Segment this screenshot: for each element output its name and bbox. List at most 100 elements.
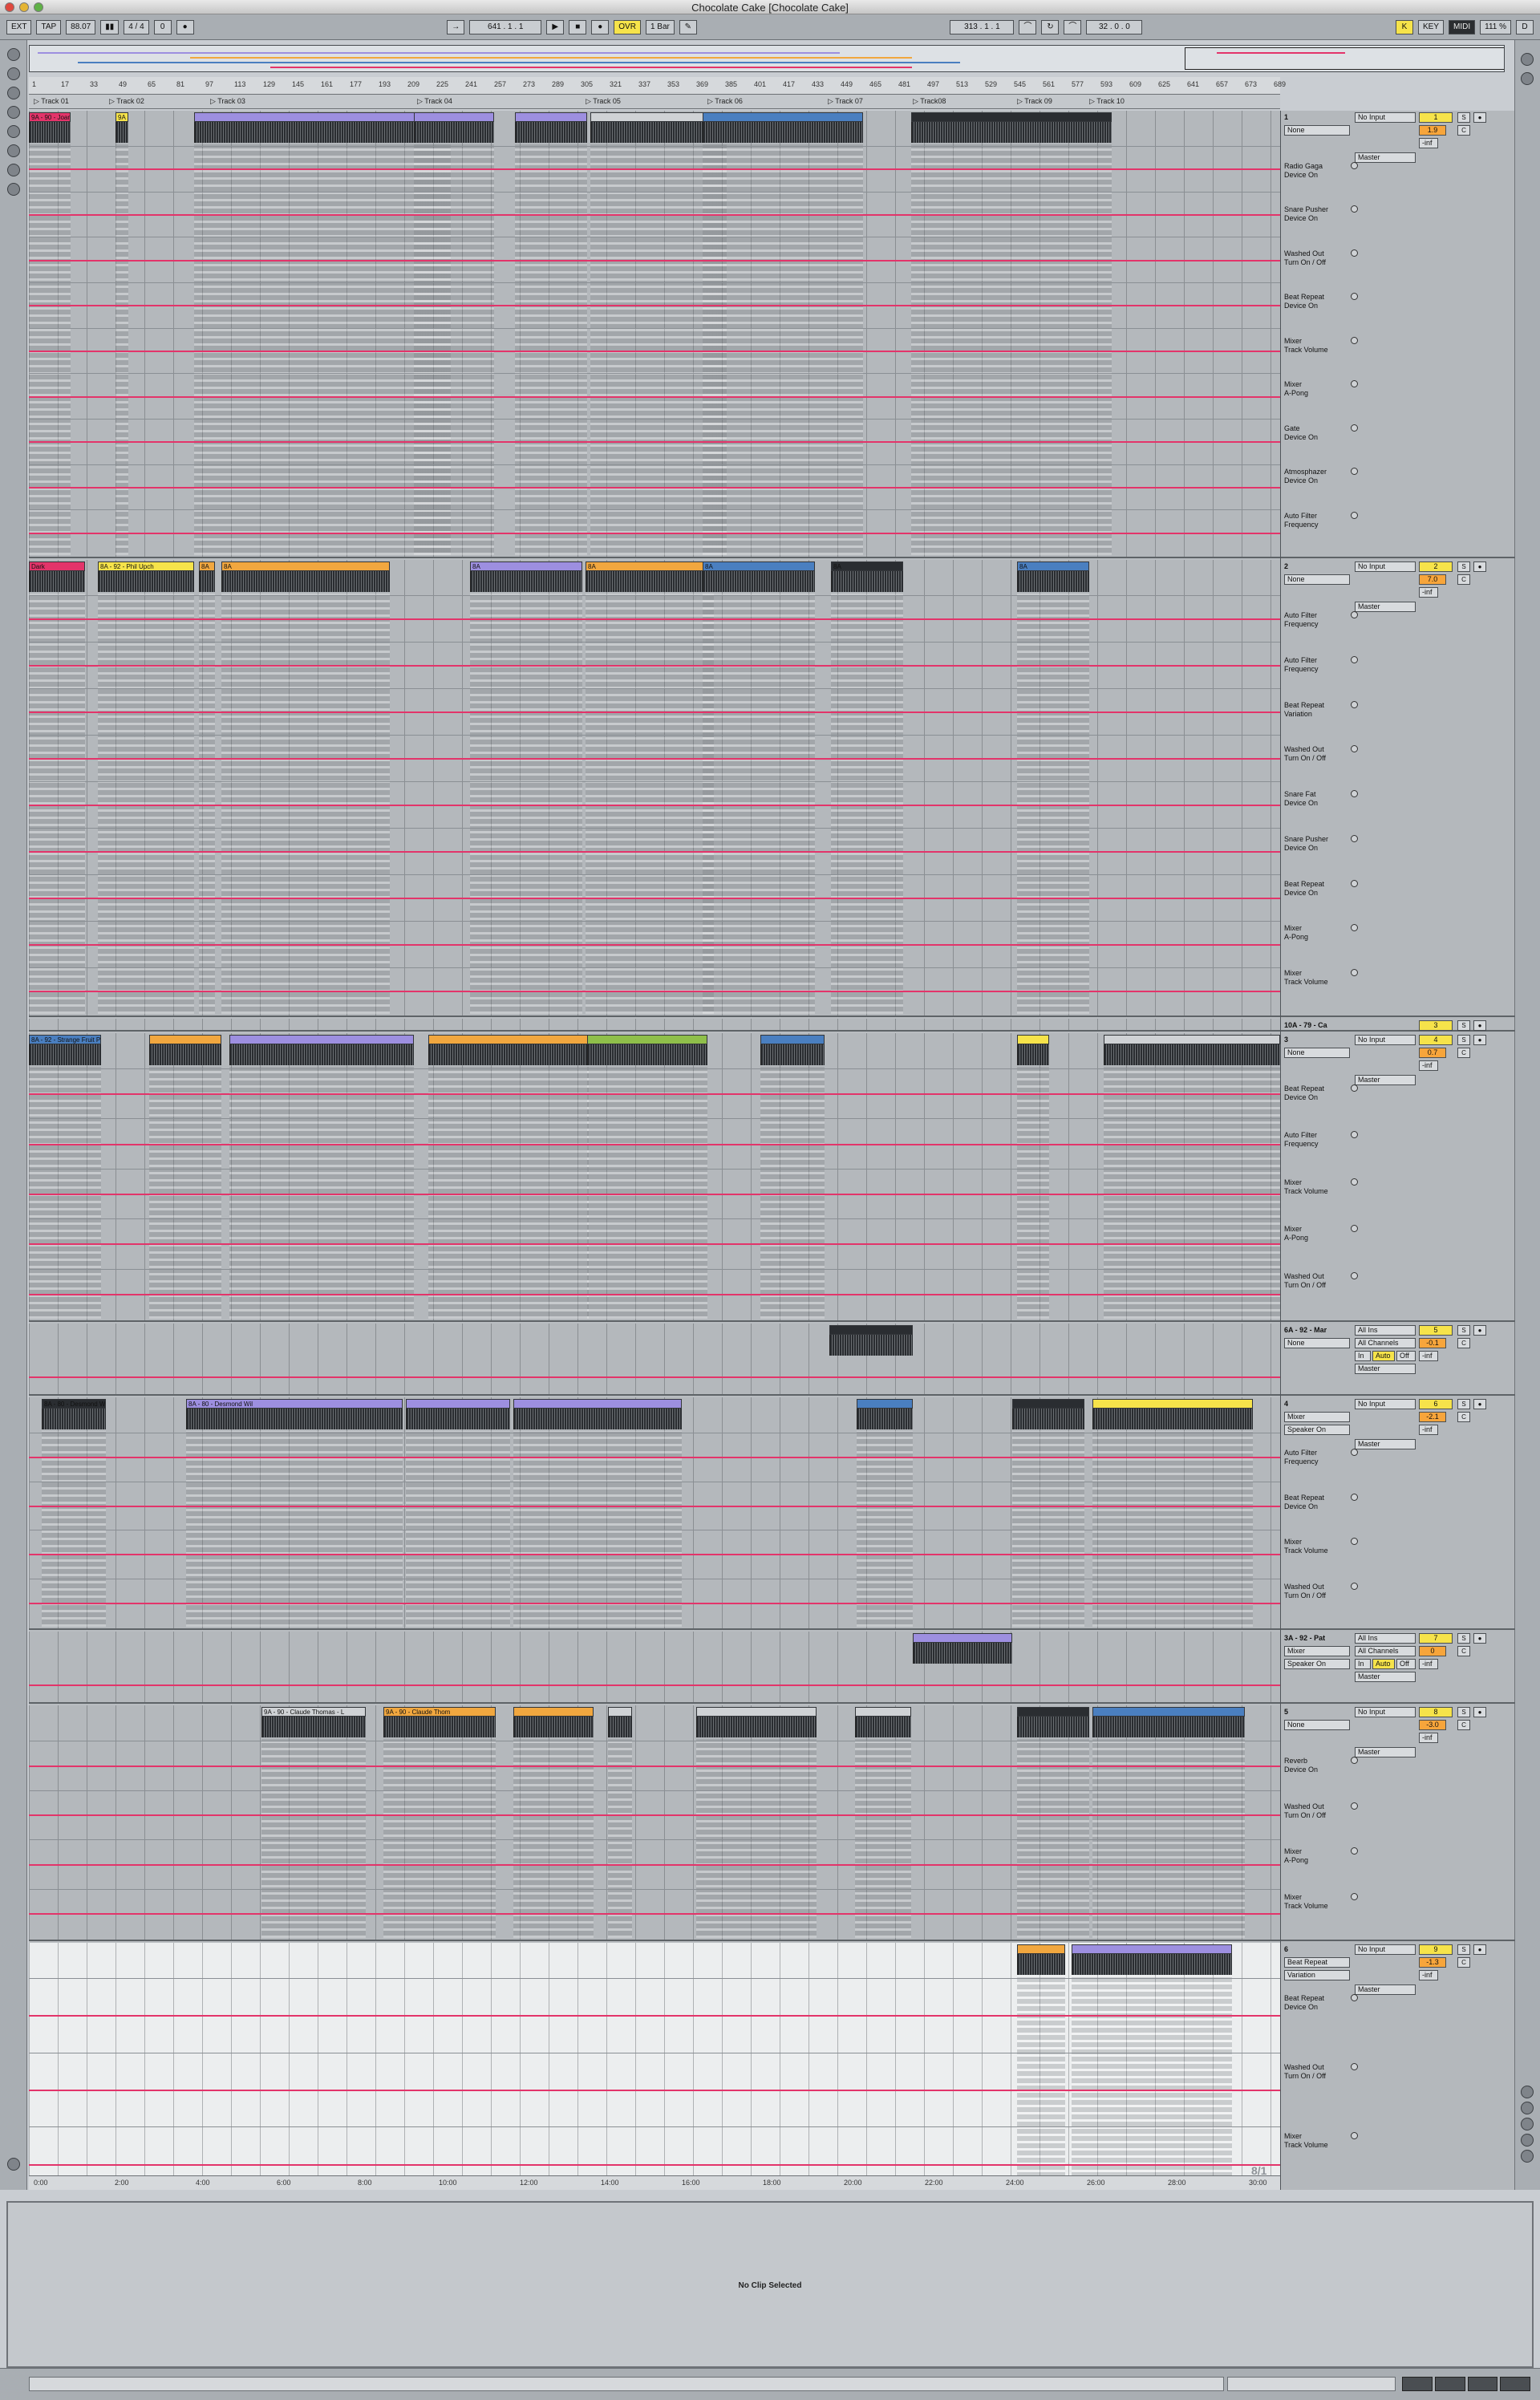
automation-device-name[interactable]: Mixer bbox=[1284, 1178, 1350, 1187]
automation-parameter[interactable]: Mixer Track Volume bbox=[1284, 336, 1358, 355]
automation-device-name[interactable]: Washed Out bbox=[1284, 1272, 1350, 1281]
automation-parameter[interactable]: Washed Out Turn On / Off bbox=[1284, 745, 1358, 763]
solo-button[interactable]: S bbox=[1457, 1944, 1470, 1955]
output-chooser[interactable]: Master bbox=[1355, 1364, 1416, 1374]
in-out-toggle-icon[interactable] bbox=[1521, 2086, 1534, 2098]
automation-param-name[interactable]: Turn On / Off bbox=[1284, 754, 1350, 763]
automation-device-name[interactable]: Gate bbox=[1284, 424, 1350, 433]
solo-button[interactable]: S bbox=[1457, 561, 1470, 572]
ext-sync-button[interactable]: EXT bbox=[6, 19, 32, 34]
automation-envelope[interactable] bbox=[29, 991, 1280, 992]
automation-envelope[interactable] bbox=[29, 898, 1280, 899]
input-channel-chooser[interactable]: None bbox=[1284, 1720, 1350, 1730]
automation-envelope[interactable] bbox=[29, 1376, 1280, 1378]
automation-parameter[interactable]: Mixer A-Pong bbox=[1284, 924, 1358, 942]
automation-device-name[interactable]: Snare Fat bbox=[1284, 790, 1350, 799]
clip[interactable]: 8A bbox=[831, 561, 903, 571]
automation-param-name[interactable]: Track Volume bbox=[1284, 1187, 1350, 1196]
remove-lane-icon[interactable] bbox=[1351, 1449, 1358, 1456]
automation-envelope[interactable] bbox=[29, 1143, 1280, 1145]
automation-device-name[interactable]: Beat Repeat bbox=[1284, 1494, 1350, 1502]
session-view-icon[interactable] bbox=[1521, 53, 1534, 66]
parameter-chooser[interactable]: Speaker On bbox=[1284, 1659, 1350, 1669]
sample-icon[interactable] bbox=[7, 183, 20, 196]
loop-length-field[interactable]: 32 . 0 . 0 bbox=[1086, 19, 1143, 34]
locator-marker[interactable]: ▷ Track 03 bbox=[210, 97, 245, 106]
track-header[interactable]: 3A - 92 - Pat 7 S ● All Ins All Channels Mixer… bbox=[1281, 1632, 1515, 1704]
automation-parameter[interactable]: Atmosphazer Device On bbox=[1284, 468, 1358, 485]
automation-device-name[interactable]: Mixer bbox=[1284, 969, 1350, 978]
track-header[interactable]: 6A - 92 - Mar 5 S ● All Ins All Channels None I… bbox=[1281, 1324, 1515, 1396]
monitor-auto-button[interactable]: Auto bbox=[1372, 1351, 1395, 1361]
record-icon[interactable]: ● bbox=[591, 19, 610, 34]
remove-lane-icon[interactable] bbox=[1351, 611, 1358, 618]
track-lane[interactable]: 8A - 92 - Strange Fruit Project - makin … bbox=[29, 1033, 1280, 1322]
track-lane[interactable]: 9A - 90 - Joanna New 9A - 90 - Joanna bbox=[29, 111, 1280, 558]
clip[interactable] bbox=[414, 112, 494, 122]
input-type-chooser[interactable]: No Input bbox=[1355, 1399, 1416, 1409]
track-name[interactable]: 5 bbox=[1284, 1708, 1288, 1716]
pan-knob[interactable]: C bbox=[1457, 1338, 1470, 1348]
automation-param-name[interactable]: Frequency bbox=[1284, 620, 1350, 629]
quantize-menu[interactable]: 1 Bar bbox=[645, 19, 675, 34]
parameter-chooser[interactable]: Speaker On bbox=[1284, 1425, 1350, 1435]
track-name[interactable]: 4 bbox=[1284, 1400, 1288, 1408]
automation-parameter[interactable]: Mixer Track Volume bbox=[1284, 2132, 1358, 2150]
clip[interactable]: 9A - 90 - Joanna bbox=[116, 112, 128, 122]
remove-lane-icon[interactable] bbox=[1351, 511, 1358, 519]
automation-envelope[interactable] bbox=[29, 214, 1280, 216]
input-channel-chooser[interactable]: None bbox=[1284, 125, 1350, 136]
output-chooser[interactable]: Master bbox=[1355, 1439, 1416, 1449]
solo-button[interactable]: S bbox=[1457, 1707, 1470, 1717]
track-volume[interactable]: 0 bbox=[1419, 1646, 1446, 1656]
arm-button[interactable]: ● bbox=[1473, 1633, 1486, 1644]
remove-lane-icon[interactable] bbox=[1351, 1582, 1358, 1590]
automation-parameter[interactable]: Auto Filter Frequency bbox=[1284, 511, 1358, 529]
automation-parameter[interactable]: Mixer A-Pong bbox=[1284, 1847, 1358, 1865]
arm-button[interactable]: ● bbox=[1473, 1035, 1486, 1045]
track-volume[interactable]: 0.7 bbox=[1419, 1048, 1446, 1058]
remove-lane-icon[interactable] bbox=[1351, 424, 1358, 432]
automation-device-name[interactable]: Mixer bbox=[1284, 2132, 1350, 2141]
track-number-badge[interactable]: 6 bbox=[1419, 1399, 1453, 1409]
clip[interactable] bbox=[428, 1035, 589, 1044]
pencil-icon[interactable]: ✎ bbox=[679, 19, 697, 34]
automation-device-name[interactable]: Auto Filter bbox=[1284, 656, 1350, 665]
monitor-off-button[interactable]: Off bbox=[1396, 1351, 1416, 1361]
arm-button[interactable]: ● bbox=[1473, 1707, 1486, 1717]
automation-device-name[interactable]: Mixer bbox=[1284, 1538, 1350, 1547]
clip[interactable] bbox=[194, 112, 451, 122]
automation-envelope[interactable] bbox=[29, 665, 1280, 667]
automation-parameter[interactable]: Reverb Device On bbox=[1284, 1757, 1358, 1774]
input-channel-chooser[interactable]: None bbox=[1284, 574, 1350, 585]
automation-param-name[interactable]: Device On bbox=[1284, 844, 1350, 853]
track-name[interactable]: 6A - 92 - Mar bbox=[1284, 1326, 1327, 1334]
device-chooser[interactable]: Mixer bbox=[1284, 1646, 1350, 1656]
sends-toggle-icon[interactable] bbox=[1521, 2102, 1534, 2114]
solo-button[interactable]: S bbox=[1457, 1399, 1470, 1409]
file-browser-3-icon[interactable] bbox=[7, 125, 20, 138]
locator-marker[interactable]: ▷ Track 10 bbox=[1089, 97, 1125, 106]
clip[interactable] bbox=[1017, 1035, 1049, 1044]
automation-param-name[interactable]: Frequency bbox=[1284, 665, 1350, 674]
automation-parameter[interactable]: Snare Pusher Device On bbox=[1284, 205, 1358, 223]
clip[interactable]: 8A bbox=[221, 561, 390, 571]
automation-device-name[interactable]: Beat Repeat bbox=[1284, 880, 1350, 889]
arm-button[interactable]: ● bbox=[1473, 112, 1486, 123]
automation-device-name[interactable]: Mixer bbox=[1284, 337, 1350, 346]
automation-param-name[interactable]: Frequency bbox=[1284, 1457, 1350, 1466]
clip[interactable] bbox=[1092, 1399, 1253, 1409]
input-type-chooser[interactable]: No Input bbox=[1355, 561, 1416, 572]
clip[interactable] bbox=[229, 1035, 414, 1044]
automation-param-name[interactable]: A-Pong bbox=[1284, 389, 1350, 398]
clip[interactable] bbox=[696, 1707, 817, 1717]
remove-lane-icon[interactable] bbox=[1351, 1994, 1358, 2001]
automation-device-name[interactable]: Mixer bbox=[1284, 380, 1350, 389]
remove-lane-icon[interactable] bbox=[1351, 1271, 1358, 1279]
clip[interactable]: 9A - 90 - Joanna New bbox=[29, 112, 71, 122]
track-volume[interactable]: 7.0 bbox=[1419, 574, 1446, 585]
track-name[interactable]: 10A - 79 - Ca bbox=[1284, 1021, 1327, 1029]
crossfader-icon[interactable] bbox=[1521, 2150, 1534, 2163]
clip[interactable]: 8A bbox=[703, 561, 815, 571]
stop-icon[interactable]: ■ bbox=[569, 19, 587, 34]
